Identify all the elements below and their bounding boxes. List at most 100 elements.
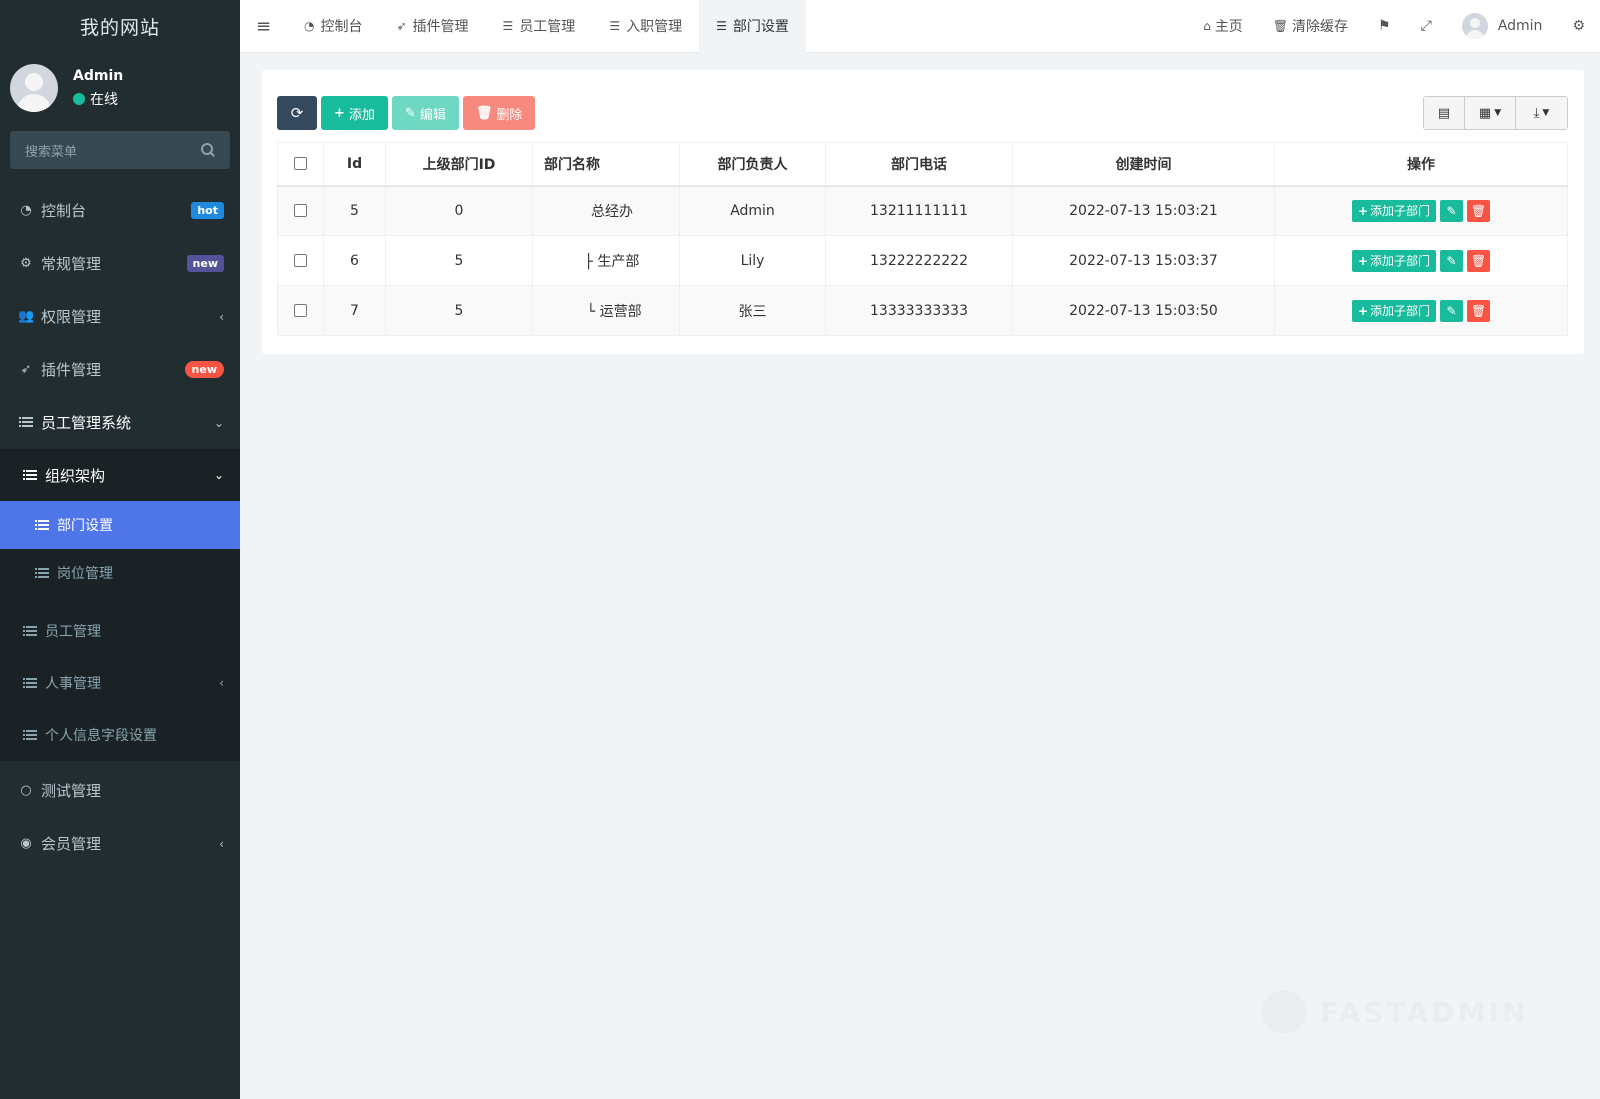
sidebar-item-addon[interactable]: ➶ 插件管理 new bbox=[0, 343, 240, 396]
sidebar-item-label: 岗位管理 bbox=[57, 566, 113, 582]
list-icon: ☰ bbox=[502, 19, 514, 33]
user-menu-label: Admin bbox=[1497, 18, 1543, 34]
col-parent-id[interactable]: 上级部门ID bbox=[385, 142, 533, 187]
row-checkbox[interactable] bbox=[294, 304, 307, 317]
row-delete-button[interactable]: 🗑 bbox=[1467, 249, 1491, 272]
clear-cache-label: 清除缓存 bbox=[1292, 19, 1349, 35]
search-icon[interactable] bbox=[201, 143, 215, 157]
table-tools: ▤ ▦ ▼ ⤓ ▼ bbox=[1423, 96, 1568, 130]
add-child-button[interactable]: + 添加子部门 bbox=[1351, 249, 1437, 272]
sidebar-item-label: 常规管理 bbox=[41, 255, 102, 273]
sidebar-search[interactable]: 搜索菜单 bbox=[10, 131, 230, 169]
row-edit-button[interactable]: ✎ bbox=[1440, 249, 1464, 272]
refresh-icon: ⟳ bbox=[290, 104, 304, 122]
cell-created: 2022-07-13 15:03:37 bbox=[1012, 235, 1275, 286]
user-circle-icon: ◉ bbox=[20, 836, 32, 851]
cell-actions: + 添加子部门 ✎ 🗑 bbox=[1274, 285, 1568, 336]
sidebar-item-label: 测试管理 bbox=[41, 782, 102, 800]
sidebar-item-profile-fields[interactable]: 个人信息字段设置 bbox=[0, 709, 240, 761]
user-name: Admin bbox=[73, 67, 124, 84]
sidebar-item-staff-system[interactable]: 员工管理系统 ⌄ bbox=[0, 396, 240, 449]
sidebar-item-dashboard[interactable]: ◔ 控制台 hot bbox=[0, 184, 240, 237]
sidebar-item-org[interactable]: 组织架构 ⌄ bbox=[0, 449, 240, 501]
refresh-button[interactable]: ⟳ bbox=[277, 96, 317, 130]
tab-department[interactable]: ☰ 部门设置 bbox=[699, 0, 806, 53]
col-name[interactable]: 部门名称 bbox=[532, 142, 680, 187]
new-badge: new bbox=[184, 361, 224, 378]
add-child-button[interactable]: + 添加子部门 bbox=[1351, 199, 1437, 222]
row-select-cell bbox=[277, 185, 324, 236]
add-child-label: 添加子部门 bbox=[1370, 254, 1431, 268]
select-all-cell bbox=[277, 142, 324, 187]
user-status-text: 在线 bbox=[90, 91, 118, 108]
tab-addon[interactable]: ➶ 插件管理 bbox=[379, 0, 485, 53]
row-checkbox[interactable] bbox=[294, 204, 307, 218]
top-navbar: ≡ ◔ 控制台 ➶ 插件管理 ☰ 员工管理 ☰ 入职管理 ☰ 部门设置 ⌂ 主页 🗑 清除缓存… bbox=[240, 0, 1600, 53]
content-panel: ⟳ + 添加 ✎ 编辑 🗑 删除 ▤ ▦ ▼ ⤓ ▼ Id 上级部门ID 部门名称 部门负… bbox=[262, 70, 1584, 354]
export-button[interactable]: ⤓ ▼ bbox=[1516, 97, 1567, 129]
list-icon bbox=[22, 728, 38, 743]
row-checkbox[interactable] bbox=[294, 254, 307, 267]
cell-phone: 13211111111 bbox=[825, 185, 1013, 236]
plus-icon: + bbox=[1357, 203, 1369, 218]
columns-button[interactable]: ▦ ▼ bbox=[1465, 97, 1516, 129]
trash-icon: 🗑 bbox=[1272, 19, 1289, 33]
site-title[interactable]: 我的网站 bbox=[0, 0, 240, 53]
menu-toggle-icon[interactable]: ≡ bbox=[240, 0, 287, 53]
sidebar-item-label: 插件管理 bbox=[41, 361, 102, 379]
edit-button[interactable]: ✎ 编辑 bbox=[391, 96, 459, 130]
trash-icon: 🗑 bbox=[1470, 203, 1487, 218]
pencil-icon: ✎ bbox=[1446, 253, 1457, 268]
cell-leader: Admin bbox=[679, 185, 826, 236]
clear-cache-button[interactable]: 🗑 清除缓存 bbox=[1258, 0, 1363, 53]
select-all-checkbox[interactable] bbox=[294, 157, 307, 171]
sidebar-item-position[interactable]: 岗位管理 bbox=[0, 549, 240, 597]
tab-dashboard[interactable]: ◔ 控制台 bbox=[287, 0, 379, 53]
sidebar-item-label: 员工管理系统 bbox=[41, 414, 132, 432]
sidebar-item-general[interactable]: ⚙ 常规管理 new bbox=[0, 237, 240, 290]
pencil-icon: ✎ bbox=[1446, 303, 1457, 318]
tab-onboarding[interactable]: ☰ 入职管理 bbox=[592, 0, 699, 53]
cell-id: 5 bbox=[323, 185, 386, 236]
sidebar-item-label: 会员管理 bbox=[41, 835, 102, 853]
cell-name: └ 运营部 bbox=[532, 285, 680, 336]
tab-label: 部门设置 bbox=[732, 19, 789, 35]
table-row: 5 0 总经办 Admin 13211111111 2022-07-13 15:… bbox=[277, 185, 1568, 236]
user-menu[interactable]: Admin bbox=[1447, 0, 1558, 53]
cell-parent-id: 0 bbox=[385, 185, 533, 236]
sidebar-item-member[interactable]: ◉ 会员管理 ‹ bbox=[0, 817, 240, 870]
sidebar-item-test[interactable]: ○ 测试管理 bbox=[0, 764, 240, 817]
chevron-left-icon: ‹ bbox=[219, 836, 224, 851]
home-link[interactable]: ⌂ 主页 bbox=[1188, 0, 1258, 53]
add-child-button[interactable]: + 添加子部门 bbox=[1351, 299, 1437, 322]
col-leader[interactable]: 部门负责人 bbox=[679, 142, 826, 187]
cell-id: 7 bbox=[323, 285, 386, 336]
fastadmin-logo-icon bbox=[1262, 990, 1306, 1034]
trash-icon: 🗑 bbox=[1470, 303, 1487, 318]
sidebar-item-hr[interactable]: 人事管理 ‹ bbox=[0, 657, 240, 709]
language-icon[interactable]: ⚑ bbox=[1363, 0, 1406, 53]
cell-created: 2022-07-13 15:03:21 bbox=[1012, 185, 1275, 236]
col-id[interactable]: Id bbox=[323, 142, 386, 187]
add-button[interactable]: + 添加 bbox=[321, 96, 388, 130]
sidebar-item-auth[interactable]: 👥 权限管理 ‹ bbox=[0, 290, 240, 343]
export-icon: ⤓ bbox=[1533, 105, 1540, 121]
col-created[interactable]: 创建时间 bbox=[1012, 142, 1275, 187]
sidebar-item-staff[interactable]: 员工管理 bbox=[0, 597, 240, 657]
delete-button[interactable]: 🗑 删除 bbox=[462, 96, 536, 130]
search-input[interactable]: 搜索菜单 bbox=[25, 141, 77, 160]
row-edit-button[interactable]: ✎ bbox=[1440, 199, 1464, 222]
settings-icon[interactable]: ⚙ bbox=[1557, 0, 1600, 53]
row-edit-button[interactable]: ✎ bbox=[1440, 299, 1464, 322]
row-delete-button[interactable]: 🗑 bbox=[1467, 299, 1491, 322]
tab-label: 入职管理 bbox=[626, 19, 683, 35]
tab-staff[interactable]: ☰ 员工管理 bbox=[486, 0, 593, 53]
fullscreen-icon[interactable]: ⤢ bbox=[1406, 0, 1447, 53]
sidebar-item-department[interactable]: 部门设置 bbox=[0, 501, 240, 549]
home-label: 主页 bbox=[1214, 19, 1243, 35]
row-delete-button[interactable]: 🗑 bbox=[1467, 199, 1491, 222]
col-phone[interactable]: 部门电话 bbox=[825, 142, 1013, 187]
chevron-left-icon: ‹ bbox=[219, 309, 224, 324]
table-toolbar: ⟳ + 添加 ✎ 编辑 🗑 删除 bbox=[277, 96, 536, 130]
toggle-view-icon[interactable]: ▤ bbox=[1424, 97, 1465, 129]
